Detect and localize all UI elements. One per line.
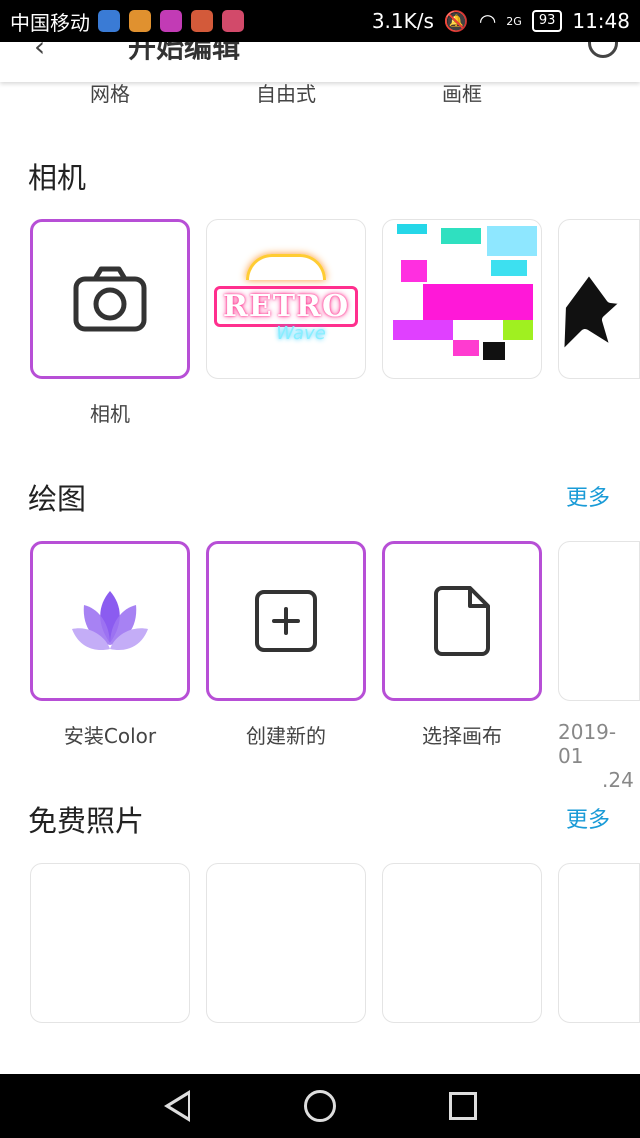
glitter-star-effect-tile[interactable] — [558, 219, 640, 379]
select-canvas-tile[interactable] — [382, 541, 542, 701]
saved-drawing-date-line1: 2019-01 — [558, 720, 617, 768]
wave-thumb-text: Wave — [276, 323, 326, 344]
photo-girl-on-bench[interactable] — [206, 863, 366, 1023]
saved-drawing-date: 2019-01 .24 — [558, 720, 640, 792]
network-speed: 3.1K/s — [371, 9, 434, 33]
clock: 11:48 — [572, 9, 630, 33]
battery-indicator: 93 — [531, 10, 563, 32]
option-freestyle-label[interactable]: 自由式 — [256, 78, 316, 104]
install-color-label: 安装Color — [63, 724, 157, 748]
lotus-icon — [72, 591, 148, 651]
nav-recents-icon[interactable] — [449, 1092, 477, 1120]
free-photos-more-link[interactable]: 更多 — [566, 802, 610, 834]
search-icon[interactable] — [588, 42, 618, 58]
free-photos-section-title: 免费照片 — [28, 804, 145, 838]
drawing-more-link[interactable]: 更多 — [566, 480, 610, 512]
app-header: ‹ 开始编辑 — [0, 42, 640, 82]
status-bar: 中国移动 3.1K/s 🔕 ◠ 2G 93 11:48 — [0, 0, 640, 42]
retro-wave-effect-tile[interactable]: RETRO Wave — [206, 219, 366, 379]
document-icon — [434, 586, 490, 656]
create-new-label: 创建新的 — [246, 724, 326, 748]
create-new-tile[interactable] — [206, 541, 366, 701]
camera-tile-label: 相机 — [90, 402, 130, 426]
select-canvas-label: 选择画布 — [422, 724, 502, 748]
carrier-name: 中国移动 — [10, 10, 90, 35]
camera-icon — [73, 266, 147, 332]
notification-app-icon — [222, 10, 244, 32]
system-navigation-bar — [0, 1074, 640, 1138]
wifi-icon: ◠ — [478, 9, 497, 33]
network-type: 2G — [506, 14, 522, 28]
retro-sun-graphic — [246, 254, 326, 280]
back-arrow-icon[interactable]: ‹ — [34, 42, 45, 63]
photo-snowy-cabin[interactable] — [30, 863, 190, 1023]
layout-options-row: 网格 自由式 画框 — [0, 78, 640, 104]
option-frame-label[interactable]: 画框 — [442, 78, 482, 104]
plus-square-icon — [255, 590, 317, 652]
option-grid-label[interactable]: 网格 — [90, 78, 130, 104]
nav-home-icon[interactable] — [304, 1090, 336, 1122]
notification-app-icon — [191, 10, 213, 32]
saved-drawing-tile[interactable] — [558, 541, 640, 701]
notification-app-icon — [98, 10, 120, 32]
photo-boy-on-dock[interactable] — [382, 863, 542, 1023]
notification-app-icon — [129, 10, 151, 32]
notification-app-icon — [160, 10, 182, 32]
saved-drawing-date-line2: .24 — [602, 768, 634, 792]
glitch-effect-tile[interactable] — [382, 219, 542, 379]
drawing-section-title: 绘图 — [28, 482, 87, 516]
retro-thumb-text: RETRO — [213, 286, 359, 327]
camera-tile[interactable] — [30, 219, 190, 379]
install-color-tile[interactable] — [30, 541, 190, 701]
mute-icon: 🔕 — [443, 9, 469, 33]
nav-back-icon[interactable] — [164, 1090, 190, 1122]
star-shape-icon — [559, 263, 634, 365]
photo-pink-sky[interactable] — [558, 863, 640, 1023]
page-title: 开始编辑 — [128, 42, 241, 64]
camera-section-title: 相机 — [28, 161, 87, 195]
